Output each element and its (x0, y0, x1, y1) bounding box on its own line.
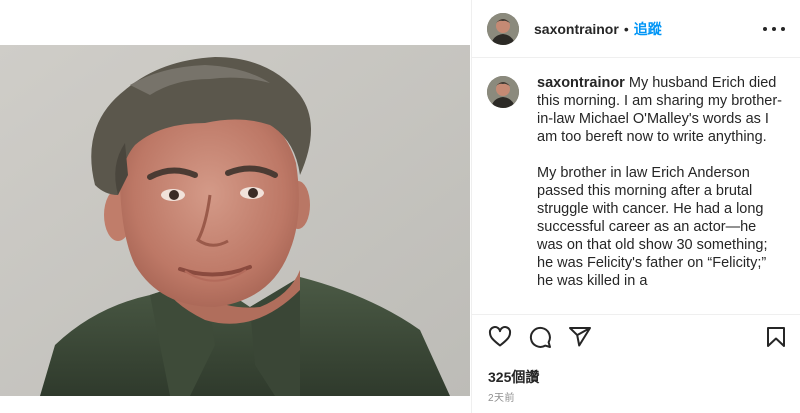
more-dot (763, 27, 767, 31)
post-header: saxontrainor • 追蹤 (472, 0, 800, 58)
separator-dot: • (623, 20, 629, 37)
likes-count[interactable]: 325個讚 (488, 367, 539, 387)
caption-text: saxontrainor My husband Erich died this … (537, 74, 782, 290)
caption-username[interactable]: saxontrainor (537, 75, 625, 91)
profile-photo-icon (487, 12, 519, 45)
man-portrait-image (0, 45, 470, 396)
more-options-icon[interactable] (763, 19, 785, 39)
caption-paragraph: saxontrainor My husband Erich died this … (537, 74, 782, 146)
bookmark-icon[interactable] (764, 325, 788, 349)
avatar[interactable] (487, 12, 519, 45)
profile-photo-icon (487, 76, 519, 108)
caption-scroll-area[interactable]: saxontrainor My husband Erich died this … (472, 58, 800, 314)
actions-bar: 325個讚 2天前 (472, 314, 800, 413)
heart-icon[interactable] (488, 325, 512, 349)
more-dot (772, 27, 776, 31)
caption-paragraph-2: My brother in law Erich Anderson passed … (537, 165, 768, 289)
post-photo[interactable] (0, 45, 470, 396)
comment-icon[interactable] (528, 325, 552, 349)
more-dot (781, 27, 785, 31)
caption-avatar[interactable] (487, 76, 519, 108)
share-icon[interactable] (568, 325, 592, 349)
header-username[interactable]: saxontrainor (534, 21, 619, 37)
follow-button[interactable]: 追蹤 (634, 19, 662, 39)
post-panel: saxontrainor • 追蹤 saxontrainor My husban… (471, 0, 800, 413)
post-timestamp[interactable]: 2天前 (488, 389, 515, 404)
caption-row: saxontrainor My husband Erich died this … (472, 58, 800, 290)
